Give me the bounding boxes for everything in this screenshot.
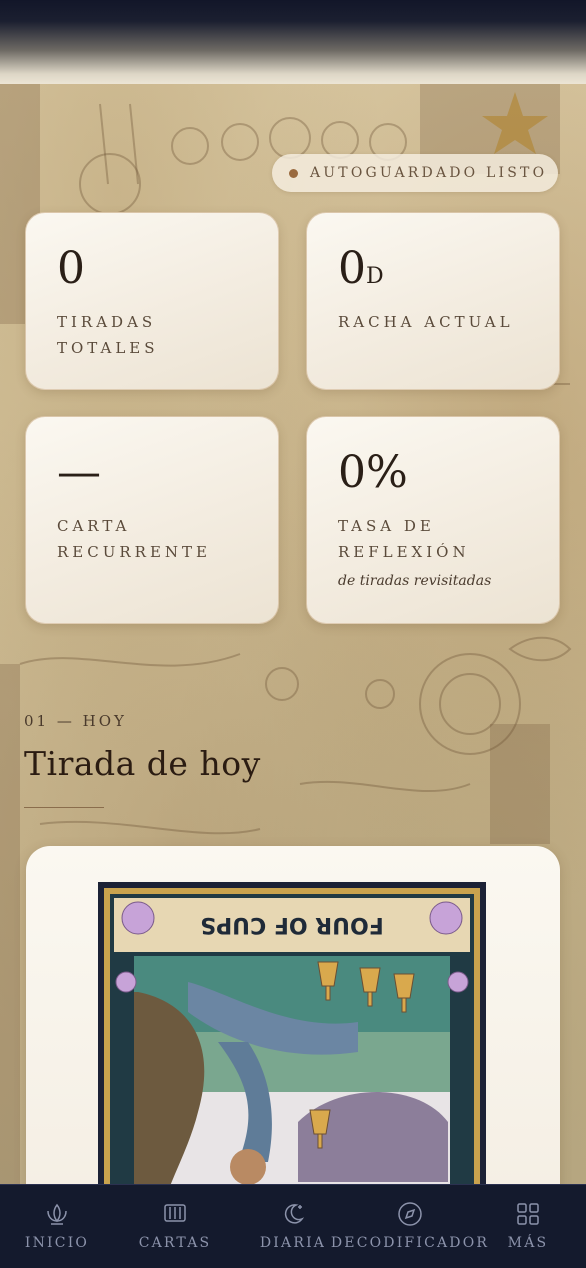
stat-card-current-streak: 0D RACHA ACTUAL [306, 212, 560, 390]
stat-label: TASA DE REFLEXIÓN [338, 517, 470, 561]
autosave-badge: AUTOGUARDADO LISTO [272, 154, 558, 192]
stat-label: TIRADAS TOTALES [57, 313, 159, 357]
autosave-label: AUTOGUARDADO LISTO [310, 165, 548, 181]
tarot-card[interactable]: FOUR OF CUPS [98, 882, 486, 1184]
stat-label: RACHA ACTUAL [338, 313, 514, 331]
nav-item-mas[interactable]: MÁS [494, 1185, 562, 1268]
stat-sublabel: de tiradas revisitadas [338, 573, 492, 589]
section-divider [24, 807, 104, 808]
nav-item-decodificador[interactable]: DECODIFICADOR [331, 1185, 487, 1268]
stat-card-reflection-rate: 0% TASA DE REFLEXIÓN de tiradas revisitad… [306, 416, 560, 624]
nav-label-cartas: CARTAS [138, 1235, 212, 1251]
section-title: Tirada de hoy [24, 744, 261, 783]
stat-value: — [57, 447, 101, 498]
stat-card-recurring-card: — CARTA RECURRENTE [25, 416, 279, 624]
stat-label: CARTA RECURRENTE [57, 517, 211, 561]
nav-label-diaria: DIARIA [259, 1235, 327, 1251]
nav-item-inicio[interactable]: INICIO [12, 1185, 102, 1268]
nav-label-decodificador: DECODIFICADOR [330, 1235, 490, 1251]
nav-item-cartas[interactable]: CARTAS [132, 1185, 218, 1268]
stat-value: 0 [57, 243, 85, 294]
grid-icon [517, 1203, 539, 1225]
nav-label-inicio: INICIO [24, 1235, 90, 1251]
section-number: 01 — HOY [24, 712, 127, 730]
stat-value: 0% [338, 447, 408, 498]
tarot-card-illustration: FOUR OF CUPS [98, 882, 486, 1184]
main-content: AUTOGUARDADO LISTO 0 TIRADAS TOTALES 0D R… [0, 84, 586, 1184]
status-bar-area [0, 0, 586, 84]
bottom-navigation: INICIO CARTAS DIARIA DECODIFICADOR MÁS [0, 1184, 586, 1268]
moon-star-icon [284, 1204, 305, 1224]
tarot-card-name: FOUR OF CUPS [200, 912, 384, 937]
lotus-icon [47, 1203, 67, 1225]
nav-item-diaria[interactable]: DIARIA [250, 1185, 336, 1268]
cards-icon [164, 1204, 186, 1222]
nav-label-mas: MÁS [507, 1235, 549, 1251]
stat-value: 0D [338, 243, 385, 294]
stat-card-total-readings: 0 TIRADAS TOTALES [25, 212, 279, 390]
status-dot-icon [289, 168, 298, 178]
compass-icon [398, 1202, 422, 1226]
